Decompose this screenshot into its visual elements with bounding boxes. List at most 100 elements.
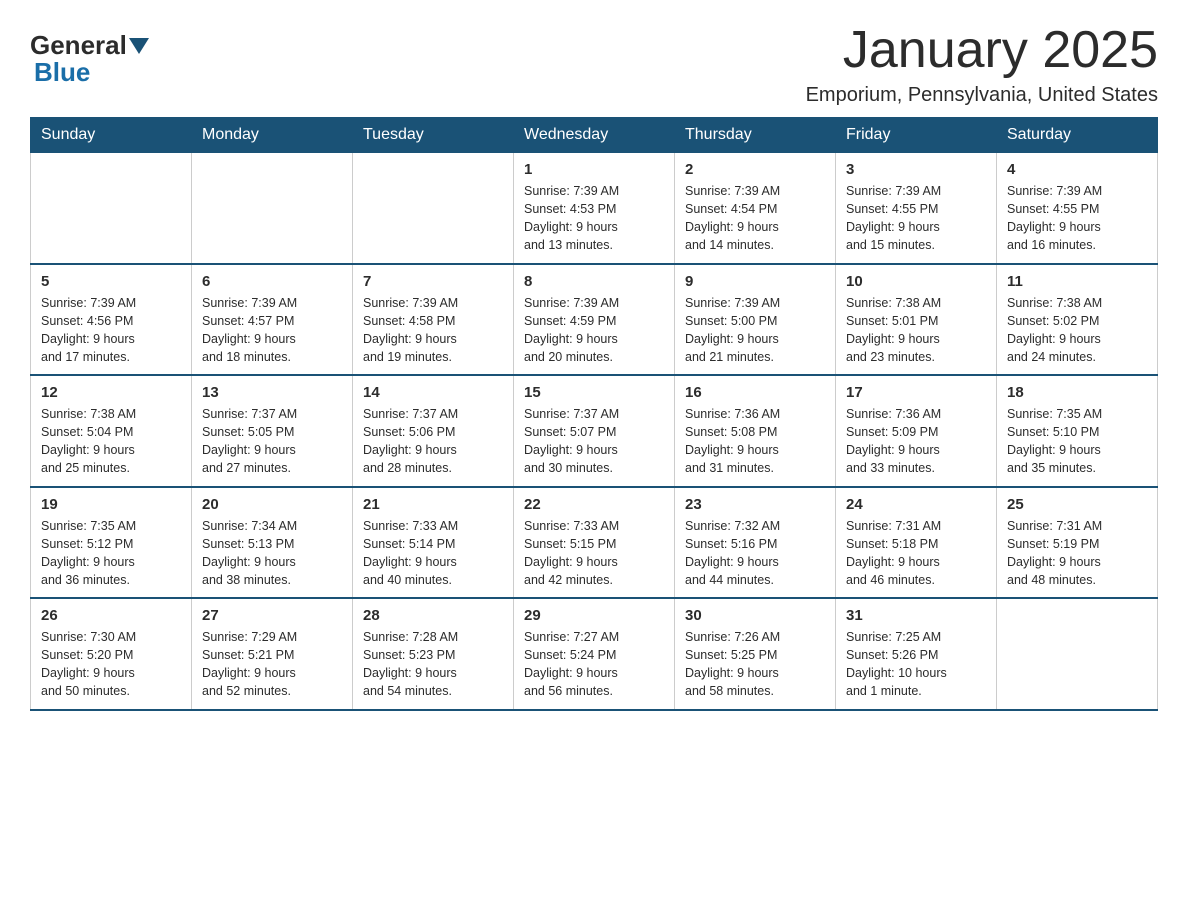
day-info: Sunrise: 7:39 AM Sunset: 4:59 PM Dayligh…	[524, 294, 664, 367]
day-number: 15	[524, 384, 664, 401]
day-cell-18: 18Sunrise: 7:35 AM Sunset: 5:10 PM Dayli…	[997, 375, 1158, 487]
day-number: 28	[363, 607, 503, 624]
day-number: 21	[363, 496, 503, 513]
day-info: Sunrise: 7:25 AM Sunset: 5:26 PM Dayligh…	[846, 628, 986, 701]
day-info: Sunrise: 7:39 AM Sunset: 4:53 PM Dayligh…	[524, 182, 664, 255]
day-info: Sunrise: 7:37 AM Sunset: 5:05 PM Dayligh…	[202, 405, 342, 478]
day-number: 2	[685, 161, 825, 178]
day-number: 24	[846, 496, 986, 513]
day-cell-20: 20Sunrise: 7:34 AM Sunset: 5:13 PM Dayli…	[192, 487, 353, 599]
day-cell-15: 15 Sunrise: 7:37 AM Sunset: 5:07 PM Dayli…	[514, 375, 675, 487]
day-info: Sunrise: 7:36 AM Sunset: 5:08 PM Dayligh…	[685, 405, 825, 478]
day-of-week-monday: Monday	[192, 118, 353, 153]
day-info: Sunrise: 7:32 AM Sunset: 5:16 PM Dayligh…	[685, 517, 825, 590]
day-cell-26: 26 Sunrise: 7:30 AM Sunset: 5:20 PM Dayli…	[31, 598, 192, 710]
day-number: 19	[41, 496, 181, 513]
day-number: 12	[41, 384, 181, 401]
day-cell-13: 13 Sunrise: 7:37 AM Sunset: 5:05 PM Dayli…	[192, 375, 353, 487]
day-info: Sunrise: 7:39 AM Sunset: 5:00 PM Dayligh…	[685, 294, 825, 367]
day-cell-16: 16 Sunrise: 7:36 AM Sunset: 5:08 PM Dayli…	[675, 375, 836, 487]
day-cell-22: 22 Sunrise: 7:33 AM Sunset: 5:15 PM Dayli…	[514, 487, 675, 599]
day-info: Sunrise: 7:38 AM Sunset: 5:04 PM Dayligh…	[41, 405, 181, 478]
day-info: Sunrise: 7:31 AM Sunset: 5:18 PM Dayligh…	[846, 517, 986, 590]
day-cell-21: 21 Sunrise: 7:33 AM Sunset: 5:14 PM Dayli…	[353, 487, 514, 599]
week-row-4: 19 Sunrise: 7:35 AM Sunset: 5:12 PM Dayli…	[31, 487, 1158, 599]
day-info: Sunrise: 7:27 AM Sunset: 5:24 PM Dayligh…	[524, 628, 664, 701]
day-cell-24: 24 Sunrise: 7:31 AM Sunset: 5:18 PM Dayli…	[836, 487, 997, 599]
calendar-header: SundayMondayTuesdayWednesdayThursdayFrid…	[31, 118, 1158, 153]
week-row-3: 12 Sunrise: 7:38 AM Sunset: 5:04 PM Dayli…	[31, 375, 1158, 487]
day-cell-25: 25 Sunrise: 7:31 AM Sunset: 5:19 PM Dayli…	[997, 487, 1158, 599]
empty-cell	[192, 153, 353, 264]
day-cell-10: 10Sunrise: 7:38 AM Sunset: 5:01 PM Dayli…	[836, 264, 997, 376]
day-info: Sunrise: 7:30 AM Sunset: 5:20 PM Dayligh…	[41, 628, 181, 701]
day-cell-28: 28 Sunrise: 7:28 AM Sunset: 5:23 PM Dayli…	[353, 598, 514, 710]
empty-cell	[31, 153, 192, 264]
day-number: 7	[363, 273, 503, 290]
day-info: Sunrise: 7:36 AM Sunset: 5:09 PM Dayligh…	[846, 405, 986, 478]
day-number: 18	[1007, 384, 1147, 401]
day-cell-9: 9 Sunrise: 7:39 AM Sunset: 5:00 PM Daylig…	[675, 264, 836, 376]
day-info: Sunrise: 7:29 AM Sunset: 5:21 PM Dayligh…	[202, 628, 342, 701]
day-info: Sunrise: 7:33 AM Sunset: 5:14 PM Dayligh…	[363, 517, 503, 590]
empty-cell	[997, 598, 1158, 710]
day-info: Sunrise: 7:39 AM Sunset: 4:58 PM Dayligh…	[363, 294, 503, 367]
day-cell-7: 7 Sunrise: 7:39 AM Sunset: 4:58 PM Daylig…	[353, 264, 514, 376]
day-number: 6	[202, 273, 342, 290]
day-number: 3	[846, 161, 986, 178]
day-info: Sunrise: 7:35 AM Sunset: 5:12 PM Dayligh…	[41, 517, 181, 590]
day-number: 27	[202, 607, 342, 624]
day-info: Sunrise: 7:33 AM Sunset: 5:15 PM Dayligh…	[524, 517, 664, 590]
week-row-2: 5 Sunrise: 7:39 AM Sunset: 4:56 PM Daylig…	[31, 264, 1158, 376]
day-number: 30	[685, 607, 825, 624]
day-of-week-friday: Friday	[836, 118, 997, 153]
day-info: Sunrise: 7:39 AM Sunset: 4:55 PM Dayligh…	[1007, 182, 1147, 255]
day-info: Sunrise: 7:39 AM Sunset: 4:56 PM Dayligh…	[41, 294, 181, 367]
day-cell-27: 27 Sunrise: 7:29 AM Sunset: 5:21 PM Dayli…	[192, 598, 353, 710]
logo-blue-text: Blue	[34, 57, 90, 88]
day-number: 8	[524, 273, 664, 290]
day-cell-29: 29 Sunrise: 7:27 AM Sunset: 5:24 PM Dayli…	[514, 598, 675, 710]
day-info: Sunrise: 7:37 AM Sunset: 5:06 PM Dayligh…	[363, 405, 503, 478]
day-info: Sunrise: 7:37 AM Sunset: 5:07 PM Dayligh…	[524, 405, 664, 478]
calendar-table: SundayMondayTuesdayWednesdayThursdayFrid…	[30, 117, 1158, 711]
day-cell-19: 19 Sunrise: 7:35 AM Sunset: 5:12 PM Dayli…	[31, 487, 192, 599]
days-of-week-row: SundayMondayTuesdayWednesdayThursdayFrid…	[31, 118, 1158, 153]
day-number: 23	[685, 496, 825, 513]
day-of-week-sunday: Sunday	[31, 118, 192, 153]
day-of-week-tuesday: Tuesday	[353, 118, 514, 153]
day-number: 1	[524, 161, 664, 178]
logo-arrow-icon	[129, 38, 149, 54]
title-section: January 2025 Emporium, Pennsylvania, Uni…	[806, 20, 1158, 107]
day-number: 25	[1007, 496, 1147, 513]
day-of-week-thursday: Thursday	[675, 118, 836, 153]
day-number: 13	[202, 384, 342, 401]
week-row-5: 26 Sunrise: 7:30 AM Sunset: 5:20 PM Dayli…	[31, 598, 1158, 710]
day-cell-30: 30 Sunrise: 7:26 AM Sunset: 5:25 PM Dayli…	[675, 598, 836, 710]
day-number: 26	[41, 607, 181, 624]
day-number: 22	[524, 496, 664, 513]
day-info: Sunrise: 7:39 AM Sunset: 4:57 PM Dayligh…	[202, 294, 342, 367]
day-info: Sunrise: 7:34 AM Sunset: 5:13 PM Dayligh…	[202, 517, 342, 590]
day-number: 5	[41, 273, 181, 290]
page-header: General Blue January 2025 Emporium, Penn…	[30, 20, 1158, 107]
day-number: 17	[846, 384, 986, 401]
day-number: 14	[363, 384, 503, 401]
day-info: Sunrise: 7:38 AM Sunset: 5:01 PM Dayligh…	[846, 294, 986, 367]
day-info: Sunrise: 7:38 AM Sunset: 5:02 PM Dayligh…	[1007, 294, 1147, 367]
day-info: Sunrise: 7:31 AM Sunset: 5:19 PM Dayligh…	[1007, 517, 1147, 590]
day-info: Sunrise: 7:28 AM Sunset: 5:23 PM Dayligh…	[363, 628, 503, 701]
day-cell-17: 17 Sunrise: 7:36 AM Sunset: 5:09 PM Dayli…	[836, 375, 997, 487]
day-number: 9	[685, 273, 825, 290]
day-number: 31	[846, 607, 986, 624]
calendar-subtitle: Emporium, Pennsylvania, United States	[806, 84, 1158, 107]
day-number: 29	[524, 607, 664, 624]
calendar-title: January 2025	[806, 20, 1158, 80]
day-cell-14: 14 Sunrise: 7:37 AM Sunset: 5:06 PM Dayli…	[353, 375, 514, 487]
day-cell-3: 3Sunrise: 7:39 AM Sunset: 4:55 PM Daylig…	[836, 153, 997, 264]
day-cell-11: 11Sunrise: 7:38 AM Sunset: 5:02 PM Dayli…	[997, 264, 1158, 376]
day-info: Sunrise: 7:39 AM Sunset: 4:54 PM Dayligh…	[685, 182, 825, 255]
day-cell-2: 2 Sunrise: 7:39 AM Sunset: 4:54 PM Daylig…	[675, 153, 836, 264]
day-number: 16	[685, 384, 825, 401]
day-info: Sunrise: 7:26 AM Sunset: 5:25 PM Dayligh…	[685, 628, 825, 701]
